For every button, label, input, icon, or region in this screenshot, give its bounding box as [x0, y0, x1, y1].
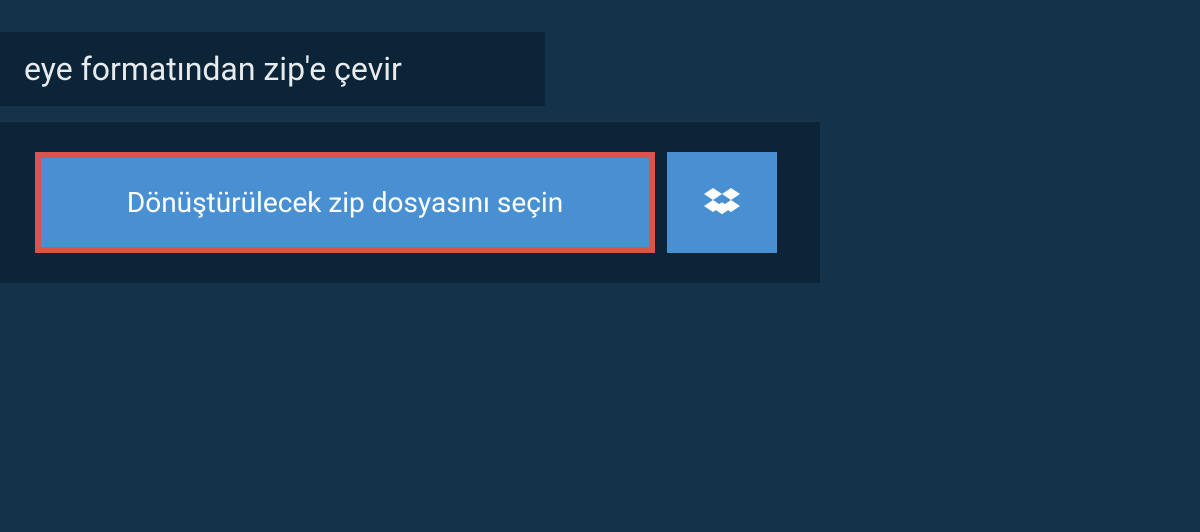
dropbox-button[interactable] [667, 152, 777, 253]
dropbox-icon [704, 185, 740, 221]
button-row: Dönüştürülecek zip dosyasını seçin [35, 152, 785, 253]
select-file-button-label: Dönüştürülecek zip dosyasını seçin [127, 186, 563, 219]
main-panel: Dönüştürülecek zip dosyasını seçin [0, 122, 820, 283]
title-bar: eye formatından zip'e çevir [0, 32, 545, 106]
select-file-button[interactable]: Dönüştürülecek zip dosyasını seçin [35, 152, 655, 253]
page-title: eye formatından zip'e çevir [24, 50, 521, 88]
